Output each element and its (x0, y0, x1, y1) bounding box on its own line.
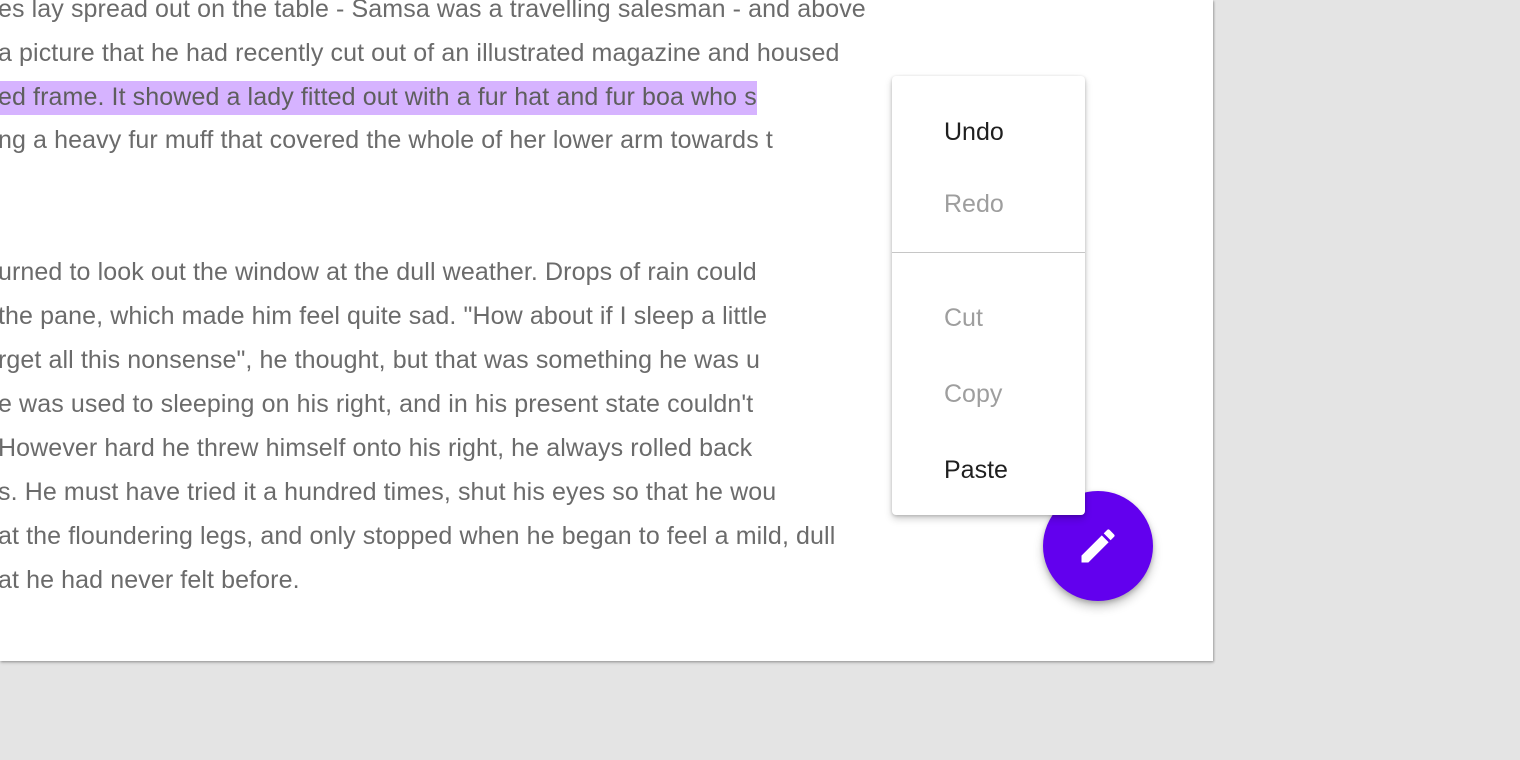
menu-item-cut[interactable]: Cut (944, 303, 983, 333)
text-line[interactable]: a picture that he had recently cut out o… (0, 31, 839, 75)
text-line[interactable]: ng a heavy fur muff that covered the who… (0, 118, 773, 162)
text-line[interactable]: e was used to sleeping on his right, and… (0, 382, 753, 426)
menu-item-paste[interactable]: Paste (944, 455, 1008, 485)
text-line[interactable]: rget all this nonsense", he thought, but… (0, 338, 760, 382)
text-line[interactable]: However hard he threw himself onto his r… (0, 426, 752, 470)
text-line[interactable]: urned to look out the window at the dull… (0, 250, 757, 294)
menu-item-undo[interactable]: Undo (944, 117, 1004, 147)
menu-divider (892, 252, 1085, 253)
menu-item-copy[interactable]: Copy (944, 379, 1002, 409)
text-line[interactable]: es lay spread out on the table - Samsa w… (0, 0, 866, 31)
text-line[interactable]: s. He must have tried it a hundred times… (0, 470, 776, 514)
context-menu: Undo Redo Cut Copy Paste (892, 76, 1085, 515)
text-line-selected[interactable]: ed frame. It showed a lady fitted out wi… (0, 75, 757, 119)
text-selection[interactable]: ed frame. It showed a lady fitted out wi… (0, 81, 757, 115)
text-line[interactable]: the pane, which made him feel quite sad.… (0, 294, 767, 338)
text-line[interactable]: at he had never felt before. (0, 558, 300, 602)
pencil-icon (1081, 529, 1115, 563)
text-line[interactable]: at the floundering legs, and only stoppe… (0, 514, 835, 558)
menu-item-redo[interactable]: Redo (944, 189, 1004, 219)
